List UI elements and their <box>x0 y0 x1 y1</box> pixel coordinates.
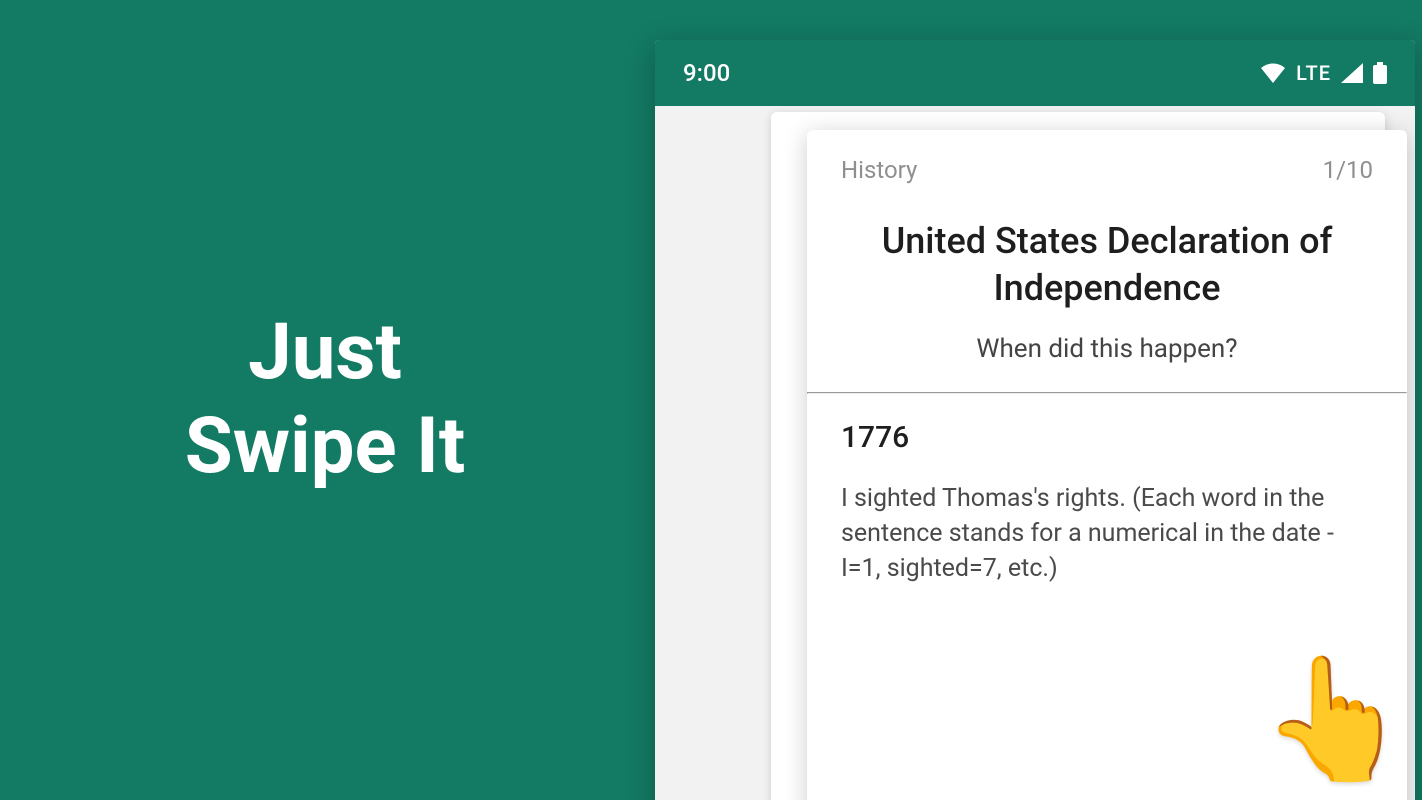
wifi-icon <box>1260 63 1286 83</box>
status-bar: 9:00 LTE <box>655 40 1415 106</box>
card-mnemonic: I sighted Thomas's rights. (Each word in… <box>807 465 1407 586</box>
status-indicators: LTE <box>1260 61 1387 85</box>
battery-icon <box>1373 62 1387 84</box>
card-header-row: History 1/10 <box>807 130 1407 198</box>
card-title: United States Declaration of Independenc… <box>807 198 1407 330</box>
device-frame: 9:00 LTE History 1/10 <box>655 40 1415 800</box>
card-category: History <box>841 156 917 184</box>
card-progress: 1/10 <box>1323 156 1373 184</box>
network-label: LTE <box>1296 61 1331 85</box>
promo-headline: Just Swipe It <box>185 306 466 493</box>
promo-text-block: Just Swipe It <box>0 0 650 800</box>
promo-stage: Just Swipe It 9:00 LTE Hist <box>0 0 1422 800</box>
cellular-icon <box>1341 63 1363 83</box>
app-body: History 1/10 United States Declaration o… <box>655 106 1415 800</box>
status-time: 9:00 <box>683 59 730 87</box>
card-prompt: When did this happen? <box>807 330 1407 392</box>
card-answer: 1776 <box>807 394 1407 465</box>
flash-card[interactable]: History 1/10 United States Declaration o… <box>807 130 1407 800</box>
